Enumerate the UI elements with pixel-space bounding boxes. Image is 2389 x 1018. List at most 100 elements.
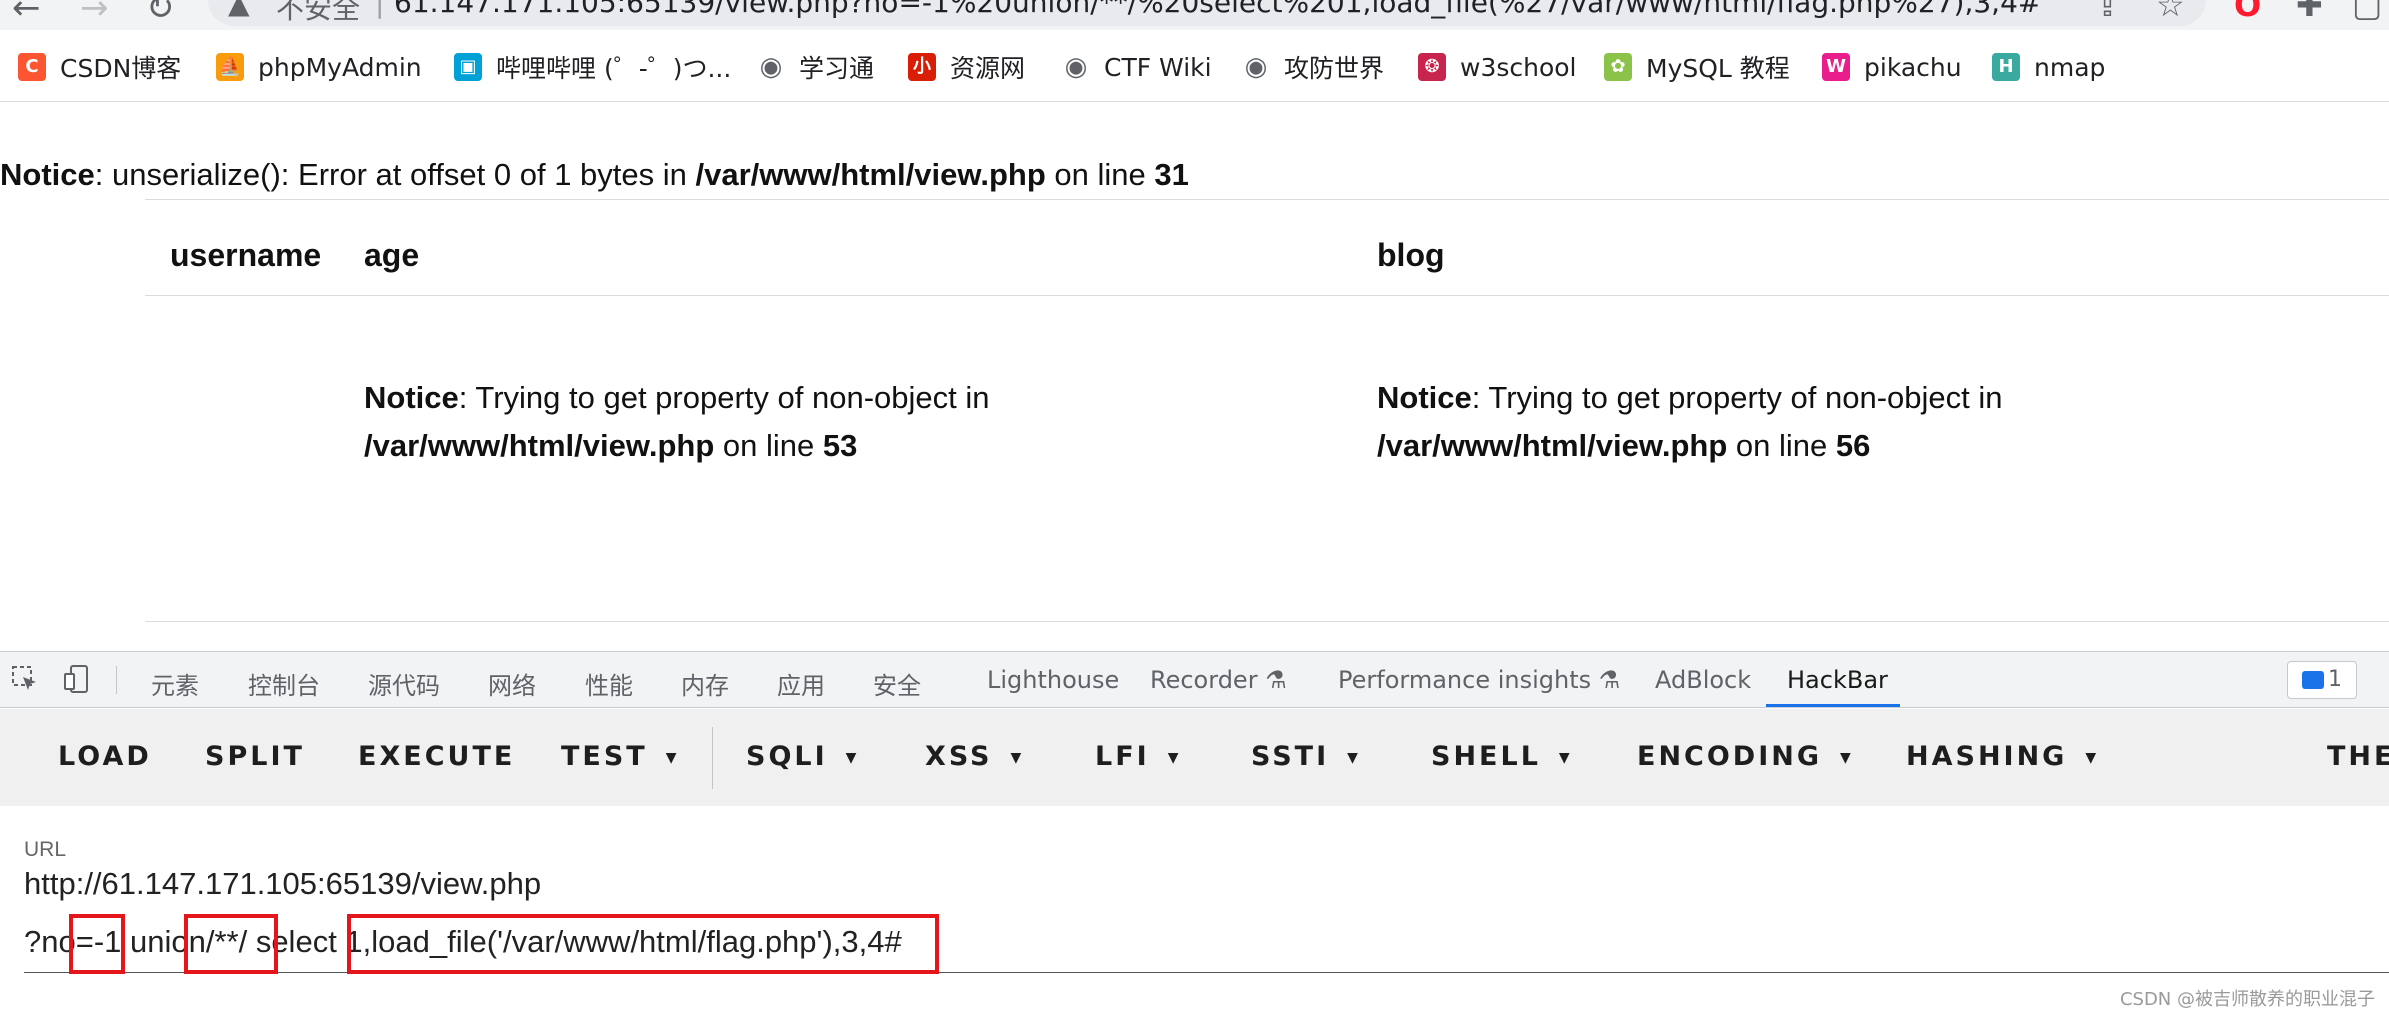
notice-on-line: on line <box>1727 428 1836 463</box>
globe-icon: ◉ <box>1244 52 1268 82</box>
php-notice-blog-cell: Notice: Trying to get property of non-ob… <box>1377 374 2003 470</box>
back-arrow-icon[interactable]: ← <box>12 0 41 28</box>
column-header-age: age <box>364 237 420 273</box>
annotation-box-load-file-payload <box>347 914 939 974</box>
hackbar-split-button[interactable]: SPLIT <box>205 741 305 772</box>
bookmark-pikachu[interactable]: W pikachu <box>1822 48 1962 86</box>
table-bottom-rule <box>145 621 2389 622</box>
url-field-label: URL <box>24 838 67 861</box>
tab-recorder[interactable]: Recorder ⚗ <box>1150 666 1287 694</box>
address-bar[interactable]: ▲ 不安全 | 61.147.171.105:65139/view.php?no… <box>208 0 2206 26</box>
share-icon[interactable]: ⇪ <box>2094 0 2121 24</box>
experiment-flask-icon: ⚗ <box>1265 666 1287 694</box>
notice-on-line: on line <box>714 428 823 463</box>
nmap-icon: H <box>1992 53 2020 81</box>
device-toolbar-icon[interactable] <box>62 664 92 701</box>
security-status-label[interactable]: 不安全 <box>276 0 360 27</box>
w3school-icon: ❂ <box>1418 53 1446 81</box>
notice-text: : unserialize(): Error at offset 0 of 1 … <box>94 157 696 192</box>
notice-line-number: 56 <box>1835 428 1871 463</box>
menu-label: LFI <box>1095 741 1150 772</box>
active-tab-indicator <box>1766 704 1900 707</box>
security-warning-icon[interactable]: ▲ <box>228 0 250 20</box>
tab-application[interactable]: 应用 <box>777 666 825 701</box>
hackbar-ssti-dropdown[interactable]: SSTI ▼ <box>1251 741 1358 772</box>
page-content: Notice: unserialize(): Error at offset 0… <box>0 103 2389 651</box>
notice-label: Notice <box>0 157 95 192</box>
extensions-puzzle-icon[interactable]: ✚ <box>2296 0 2323 24</box>
tab-memory[interactable]: 内存 <box>681 666 729 701</box>
bookmark-csdn[interactable]: C CSDN博客 <box>18 48 181 86</box>
opera-extension-icon[interactable]: O <box>2234 0 2261 24</box>
hackbar-shell-dropdown[interactable]: SHELL ▼ <box>1431 741 1570 772</box>
tab-performance[interactable]: 性能 <box>585 666 633 701</box>
bookmark-phpmyadmin[interactable]: ⛵ phpMyAdmin <box>216 48 422 86</box>
notice-line-number: 31 <box>1154 157 1189 192</box>
address-url[interactable]: 61.147.171.105:65139/view.php?no=-1%20un… <box>394 0 2041 19</box>
browser-toolbar: ← → ↻ ▲ 不安全 | 61.147.171.105:65139/view.… <box>0 0 2389 30</box>
tab-adblock[interactable]: AdBlock <box>1655 666 1751 694</box>
side-panel-icon[interactable]: ▢ <box>2352 0 2382 24</box>
bookmark-label: CTF Wiki <box>1104 52 1212 82</box>
tab-security[interactable]: 安全 <box>873 666 921 701</box>
notice-path: /var/www/html/view.php <box>364 428 715 463</box>
toolbar-divider <box>116 666 117 694</box>
bookmark-xuexitong[interactable]: ◉ 学习通 <box>757 48 874 86</box>
inspect-element-icon[interactable] <box>10 664 40 701</box>
dropdown-caret-icon: ▼ <box>845 749 857 766</box>
notice-line-number: 53 <box>822 428 858 463</box>
menu-label: HASHING <box>1906 741 2068 772</box>
bookmark-ctf-wiki[interactable]: ◉ CTF Wiki <box>1062 48 1212 86</box>
bookmark-label: nmap <box>2034 52 2106 82</box>
menu-label: SHELL <box>1431 741 1541 772</box>
bookmark-adworld[interactable]: ◉ 攻防世界 <box>1242 48 1384 86</box>
hackbar-xss-dropdown[interactable]: XSS ▼ <box>925 741 1021 772</box>
bookmark-resources[interactable]: 小 资源网 <box>908 48 1025 86</box>
issues-count: 1 <box>2328 667 2342 692</box>
bookmark-label: w3school <box>1460 52 1577 82</box>
menu-label: TEST <box>561 741 648 772</box>
hackbar-execute-button[interactable]: EXECUTE <box>358 741 515 772</box>
dropdown-caret-icon: ▼ <box>665 749 677 766</box>
notice-path: /var/www/html/view.php <box>1377 428 1728 463</box>
hackbar-theme-button[interactable]: THE <box>2327 741 2389 772</box>
reload-icon[interactable]: ↻ <box>146 0 175 28</box>
tab-sources[interactable]: 源代码 <box>368 666 440 701</box>
hackbar-load-button[interactable]: LOAD <box>58 741 152 772</box>
bookmark-label: 资源网 <box>950 54 1026 83</box>
bookmark-w3school[interactable]: ❂ w3school <box>1418 48 1577 86</box>
forward-arrow-icon[interactable]: → <box>80 0 109 28</box>
hackbar-hashing-dropdown[interactable]: HASHING ▼ <box>1906 741 2096 772</box>
tab-lighthouse[interactable]: Lighthouse <box>987 666 1119 694</box>
tab-elements[interactable]: 元素 <box>151 666 199 701</box>
hackbar-lfi-dropdown[interactable]: LFI ▼ <box>1095 741 1178 772</box>
notice-on-line: on line <box>1045 157 1155 192</box>
tab-performance-insights[interactable]: Performance insights ⚗ <box>1338 666 1620 694</box>
devtools-tab-bar: 元素 控制台 源代码 网络 性能 内存 应用 安全 Lighthouse Rec… <box>0 652 2389 708</box>
notice-text: : Trying to get property of non-object i… <box>458 380 990 415</box>
bookmark-bilibili[interactable]: ▣ 哔哩哔哩 (゜-゜)つ... <box>454 48 731 86</box>
globe-icon: ◉ <box>759 52 783 82</box>
hackbar-encoding-dropdown[interactable]: ENCODING ▼ <box>1637 741 1851 772</box>
bilibili-icon: ▣ <box>454 53 482 81</box>
hackbar-test-dropdown[interactable]: TEST ▼ <box>561 741 677 772</box>
column-header-blog: blog <box>1377 237 1445 273</box>
issues-counter-button[interactable]: 1 <box>2287 661 2357 699</box>
hackbar-sqli-dropdown[interactable]: SQLI ▼ <box>746 741 856 772</box>
bookmark-label: 学习通 <box>799 54 875 83</box>
bookmark-nmap[interactable]: H nmap <box>1992 48 2105 86</box>
menu-label: SQLI <box>746 741 828 772</box>
hackbar-menu-divider <box>712 727 713 789</box>
php-notice-unserialize: Notice: unserialize(): Error at offset 0… <box>0 157 1189 193</box>
tab-hackbar[interactable]: HackBar <box>1787 666 1888 694</box>
mysql-tutorial-icon: ✿ <box>1604 53 1632 81</box>
url-input-line-1[interactable]: http://61.147.171.105:65139/view.php <box>24 866 541 902</box>
tab-network[interactable]: 网络 <box>488 666 536 701</box>
bookmark-star-icon[interactable]: ☆ <box>2156 0 2185 24</box>
menu-label: SSTI <box>1251 741 1330 772</box>
bookmark-label: MySQL 教程 <box>1646 54 1790 83</box>
message-icon <box>2302 671 2324 689</box>
tab-console[interactable]: 控制台 <box>248 666 320 701</box>
bookmark-mysql[interactable]: ✿ MySQL 教程 <box>1604 48 1790 86</box>
column-header-username: username <box>170 237 322 273</box>
